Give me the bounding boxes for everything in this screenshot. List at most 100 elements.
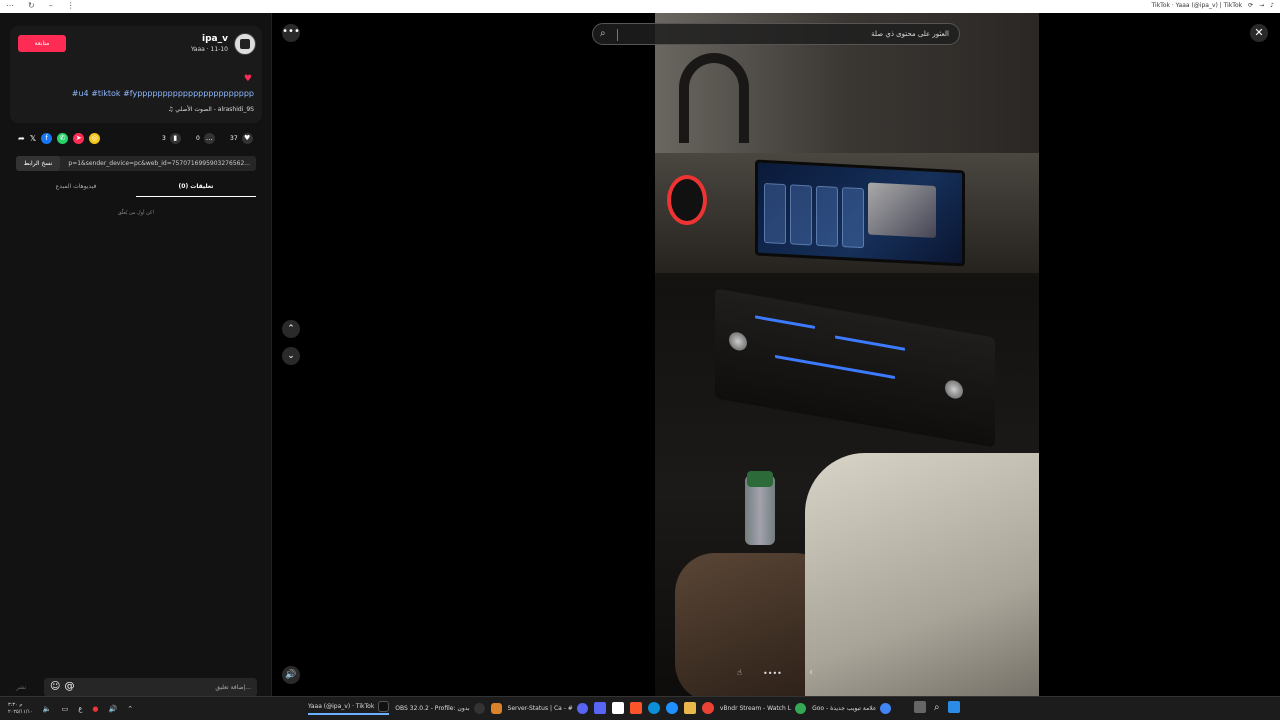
- video-screen-tile: [842, 187, 864, 249]
- task-label: Server-Status | Ca - #: [507, 704, 573, 712]
- video-frame[interactable]: [655, 13, 1039, 696]
- chrome-icon[interactable]: [701, 702, 714, 714]
- brave-icon[interactable]: [629, 702, 642, 714]
- folder-icon[interactable]: [683, 702, 696, 714]
- video-controls: ☝ •••• ‹: [733, 666, 833, 684]
- monitor-icon[interactable]: ▭: [62, 705, 69, 713]
- video-screen-tile: [790, 184, 812, 246]
- empty-comments-text: كن أول من يُعلّق!: [117, 210, 155, 216]
- edge-icon[interactable]: [647, 702, 660, 714]
- emoji-icon[interactable]: ☺: [50, 681, 60, 692]
- link-bar: نسخ الرابط p=1&sender_device=pc&web_id=7…: [16, 156, 256, 171]
- video-knob: [945, 378, 963, 401]
- search-placeholder: العثور على محتوى ذي صلة: [871, 30, 949, 38]
- save-action[interactable]: 3 ▮: [162, 133, 181, 144]
- chrome-icon: [880, 702, 892, 714]
- titlebar-left-icons: ⋯ ↻ – ⋮: [6, 1, 75, 10]
- back-chevron-icon[interactable]: ‹: [809, 667, 813, 678]
- like-icon: ♥: [241, 133, 253, 144]
- embed-icon[interactable]: ◎: [89, 133, 101, 144]
- task-vbndr[interactable]: vBndr Stream - Watch L: [720, 702, 807, 714]
- more-options-button[interactable]: •••: [282, 24, 300, 42]
- task-google[interactable]: Goo - علامة تبويب جديدة: [812, 702, 892, 714]
- video-gauge: [667, 175, 707, 225]
- page-dots[interactable]: ••••: [763, 669, 782, 678]
- task-label: Goo - علامة تبويب جديدة: [812, 704, 877, 712]
- bookmark-icon: ▮: [169, 133, 181, 144]
- task-tiktok[interactable]: Yaaa (@ipa_v) · TikTok: [308, 701, 390, 715]
- search-icon[interactable]: ⌕: [934, 702, 940, 713]
- task-obs[interactable]: OBS 32.0.2 - Profile: بدون: [395, 702, 485, 714]
- video-arch: [679, 53, 749, 143]
- tab-creator-videos[interactable]: فيديوهات المبدع: [16, 183, 136, 190]
- volume-button[interactable]: 🔊: [282, 666, 300, 684]
- music-label: الصوت الأصلي - alrashidi_9S: [175, 106, 254, 113]
- browser-titlebar: ⋯ ↻ – ⋮ TikTok · Yaaa (@ipa_v) | TikTok …: [0, 0, 1280, 13]
- chrome-icon: [795, 702, 807, 714]
- obs-icon: [473, 702, 485, 714]
- send-icon[interactable]: ➤: [73, 133, 85, 144]
- video-viewer: ⌕ العثور على محتوى ذي صلة ••• ✕ ⌃ ⌄ 🔊 ☝ …: [273, 13, 1280, 696]
- tab-title: TikTok · Yaaa (@ipa_v) | TikTok: [1151, 2, 1243, 9]
- close-button[interactable]: ✕: [1250, 24, 1268, 42]
- tab-comments[interactable]: تعليقات (0): [136, 183, 256, 190]
- comment-input[interactable]: ☺ @ إضافة تعليق...: [44, 678, 257, 697]
- clock-time: ۳:۳۰ م: [8, 702, 23, 708]
- store-icon[interactable]: [611, 702, 624, 714]
- search-icon[interactable]: ⌕: [600, 28, 606, 39]
- language-indicator[interactable]: ع: [78, 705, 82, 713]
- minimize-icon[interactable]: –: [49, 1, 53, 10]
- share-icons: ➦ 𝕏 f ✆ ➤ ◎: [18, 133, 101, 144]
- windows-start-icon[interactable]: [947, 701, 960, 713]
- discord-icon[interactable]: [593, 702, 606, 714]
- task-discord[interactable]: Server-Status | Ca - #: [507, 702, 588, 714]
- dots-icon[interactable]: ⋯: [6, 1, 14, 10]
- post-subline: Yaaa · 11-10: [190, 46, 228, 53]
- mention-icon[interactable]: @: [64, 681, 74, 692]
- tray-chevron-icon[interactable]: ⌃: [127, 705, 133, 713]
- previous-video-button[interactable]: ⌃: [282, 320, 300, 338]
- music-info[interactable]: ♫ الصوت الأصلي - alrashidi_9S: [168, 106, 254, 113]
- action-row: ➦ 𝕏 f ✆ ➤ ◎ 3 ▮ 0 … 37 ♥: [10, 131, 262, 147]
- video-bottle-cap: [747, 471, 773, 487]
- video-seat: [805, 453, 1039, 696]
- facebook-icon[interactable]: f: [41, 133, 53, 144]
- task-view-icon[interactable]: [914, 701, 926, 713]
- comment-count: 0: [196, 135, 200, 142]
- video-screen-tile: [764, 182, 786, 245]
- follow-button[interactable]: متابعة: [18, 35, 66, 52]
- post-sidebar: متابعة ipa_v Yaaa · 11-10 ♥ #u4 #tiktok …: [0, 13, 272, 697]
- next-video-button[interactable]: ⌄: [282, 347, 300, 365]
- x-share-icon[interactable]: 𝕏: [30, 134, 36, 143]
- speaker-icon[interactable]: 🔈: [43, 705, 52, 713]
- sync-icon[interactable]: ⟳: [1248, 2, 1253, 9]
- comment-icon: …: [203, 133, 215, 144]
- system-tray: ۳:۳۰ م ۲۰۲۵/۱۱/۱۰ 🔈 ▭ ع ● 🔊 ⌃: [8, 702, 133, 716]
- task-label: Yaaa (@ipa_v) · TikTok: [308, 703, 375, 710]
- search-bar[interactable]: ⌕ العثور على محتوى ذي صلة: [592, 23, 960, 45]
- tab-underline: [136, 196, 256, 197]
- post-comment-button[interactable]: نشر: [16, 684, 26, 691]
- task-app[interactable]: [490, 702, 502, 714]
- whatsapp-icon[interactable]: ✆: [57, 133, 69, 144]
- refresh-icon[interactable]: ↻: [28, 1, 35, 10]
- username[interactable]: ipa_v: [202, 34, 228, 44]
- taskbar-apps: Yaaa (@ipa_v) · TikTok OBS 32.0.2 - Prof…: [308, 701, 892, 715]
- browser-icon[interactable]: [665, 702, 678, 714]
- video-led: [835, 335, 905, 351]
- copy-link-button[interactable]: نسخ الرابط: [16, 156, 60, 171]
- clock[interactable]: ۳:۳۰ م ۲۰۲۵/۱۱/۱۰: [8, 702, 33, 716]
- app-icon: [490, 702, 502, 714]
- more-icon[interactable]: ⋮: [67, 1, 75, 10]
- like-action[interactable]: 37 ♥: [230, 133, 253, 144]
- tiktok-logo-icon: ♪: [1270, 2, 1274, 9]
- volume-icon[interactable]: 🔊: [109, 705, 118, 713]
- clock-date: ۲۰۲۵/۱۱/۱۰: [8, 709, 33, 715]
- forward-icon[interactable]: →: [1259, 2, 1264, 9]
- mic-icon[interactable]: ●: [92, 705, 98, 713]
- comment-action[interactable]: 0 …: [196, 133, 215, 144]
- share-arrow-icon[interactable]: ➦: [18, 134, 25, 143]
- post-hashtags[interactable]: #u4 #tiktok #fyppppppppppppppppppppppp: [72, 89, 254, 98]
- post-url: p=1&sender_device=pc&web_id=757071699590…: [68, 160, 250, 167]
- avatar[interactable]: [234, 33, 256, 55]
